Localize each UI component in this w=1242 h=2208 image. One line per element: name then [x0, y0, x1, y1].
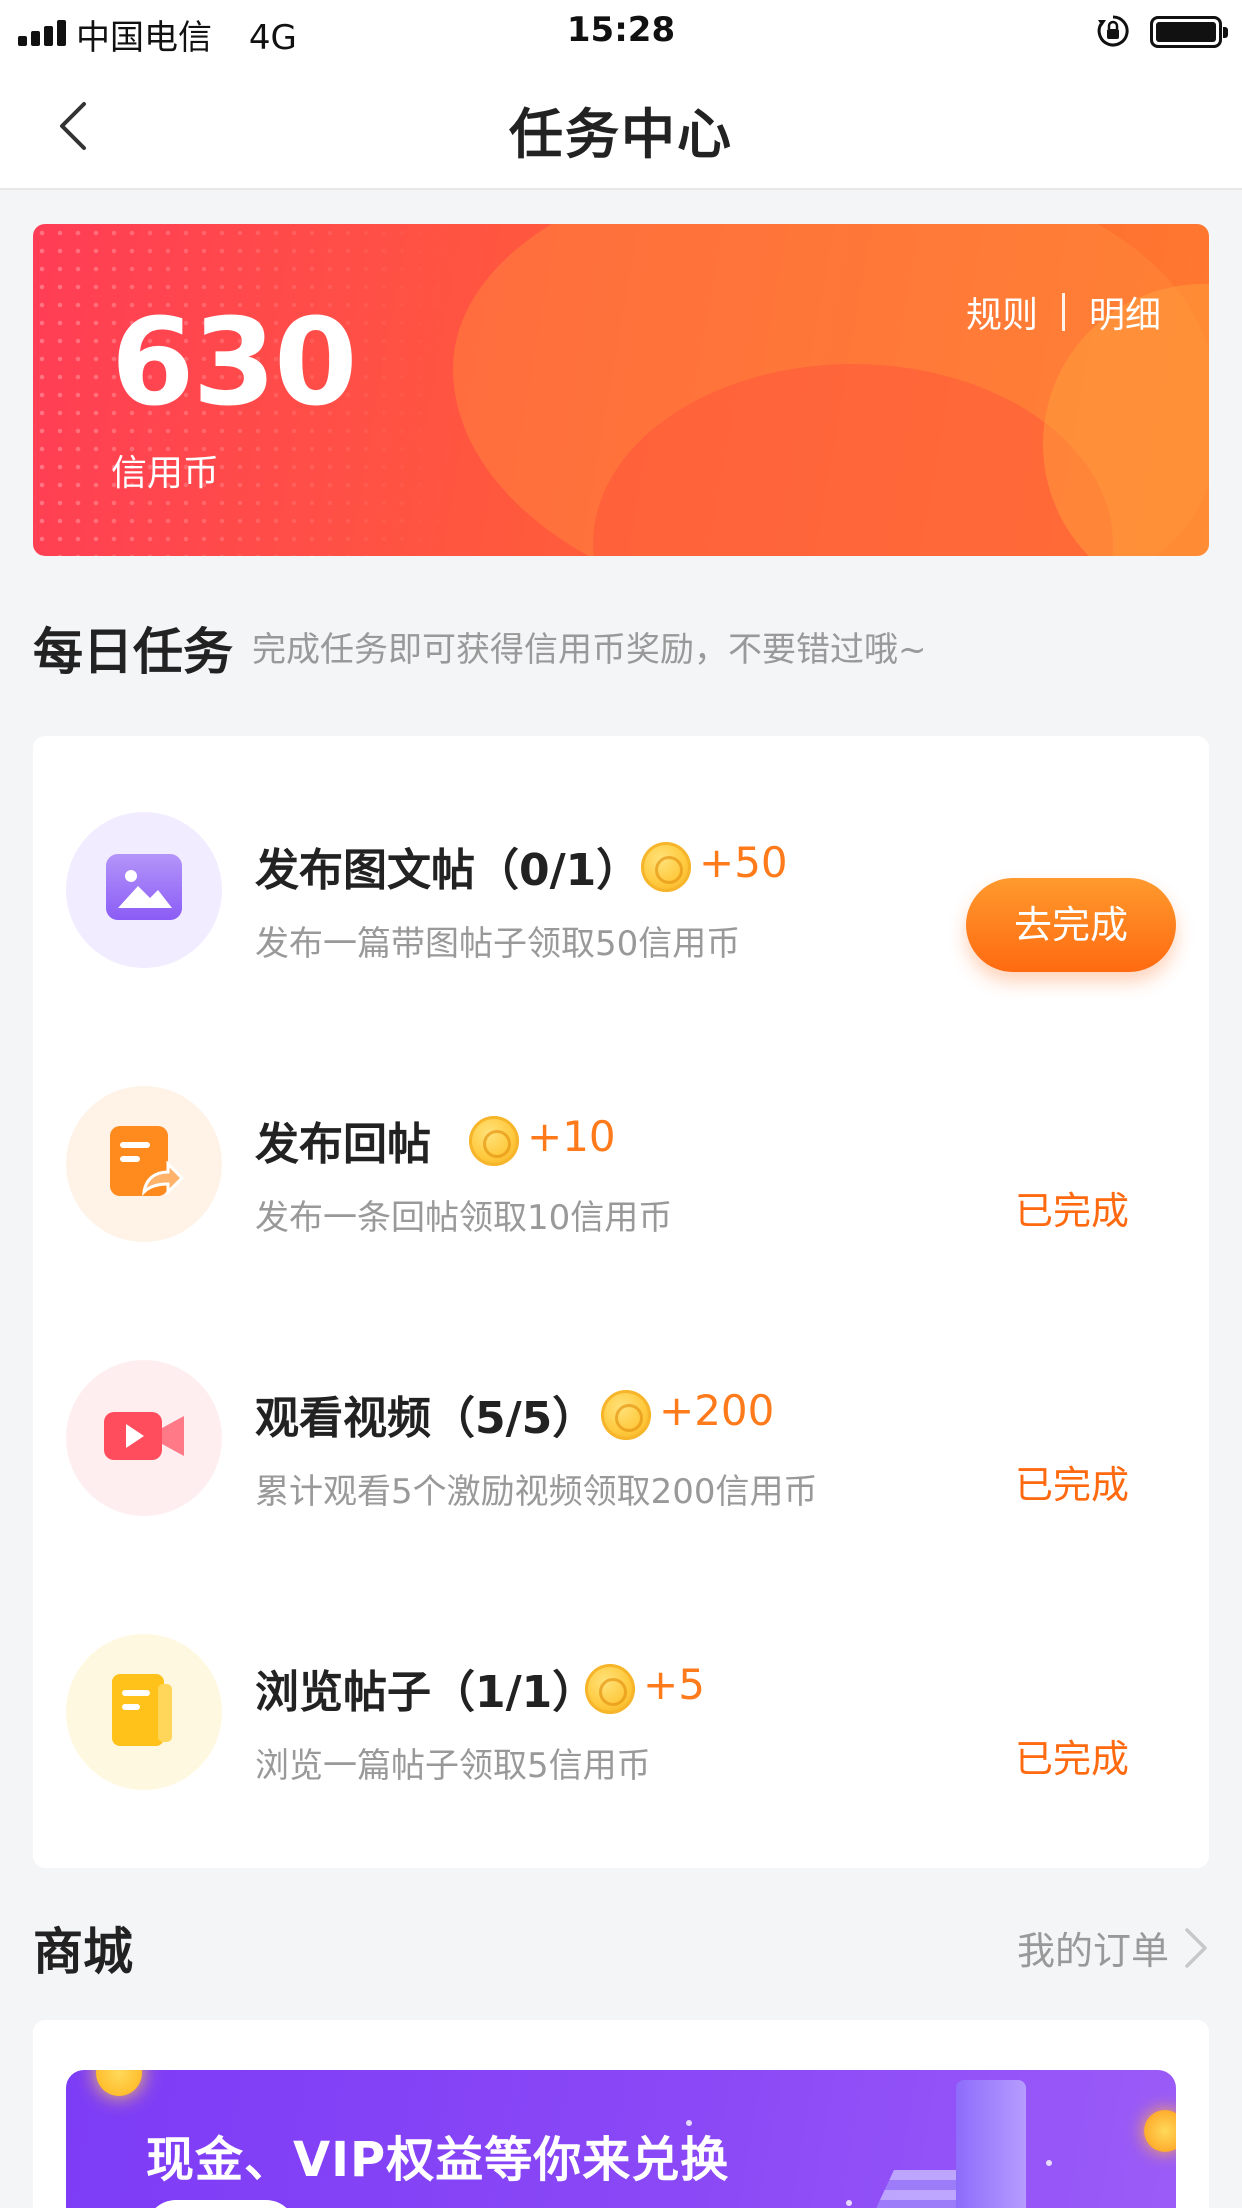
task-name: 发布图文帖（0/1）: [255, 845, 641, 896]
task-row: 发布图文帖（0/1） +50 发布一篇带图帖子领取50信用币 去完成: [33, 782, 1209, 982]
banner-button[interactable]: [146, 2200, 296, 2208]
chevron-right-icon: [1185, 1927, 1207, 1968]
task-description: 浏览一篇帖子领取5信用币: [255, 1746, 651, 1786]
completed-status: 已完成: [1014, 1463, 1129, 1507]
task-list: 发布图文帖（0/1） +50 发布一篇带图帖子领取50信用币 去完成 发布回帖 …: [33, 736, 1209, 1868]
video-icon: [66, 1360, 222, 1516]
battery-icon: [1150, 16, 1228, 48]
credit-unit: 信用币: [111, 453, 220, 494]
status-time: 15:28: [566, 10, 676, 50]
page-title: 任务中心: [509, 103, 733, 166]
orientation-lock-icon: [1097, 15, 1129, 47]
task-reward: +200: [659, 1386, 775, 1435]
reply-post-icon: [66, 1086, 222, 1242]
details-link[interactable]: 明细: [1089, 286, 1161, 338]
completed-status: 已完成: [1014, 1737, 1129, 1781]
task-reward: +5: [643, 1660, 705, 1709]
balance-card: 630 信用币 规则 明细: [33, 224, 1209, 556]
go-complete-button[interactable]: 去完成: [966, 878, 1176, 972]
credit-balance: 630: [111, 294, 357, 433]
browse-post-icon: [66, 1634, 222, 1790]
status-bar: 中国电信 4G 15:28: [0, 0, 1242, 62]
decor-tower: [956, 2080, 1026, 2208]
card-links: 规则 明细: [966, 286, 1161, 338]
task-description: 发布一条回帖领取10信用币: [255, 1198, 673, 1238]
task-row: 观看视频（5/5） +200 累计观看5个激励视频领取200信用币 已完成: [33, 1330, 1209, 1530]
daily-tasks-title: 每日任务: [33, 623, 233, 681]
task-name: 观看视频（5/5）: [255, 1393, 597, 1444]
task-description: 发布一篇带图帖子领取50信用币: [255, 924, 741, 964]
mall-panel: 现金、VIP权益等你来兑换: [33, 2020, 1209, 2208]
nav-bar: 任务中心: [0, 62, 1242, 190]
task-reward: +50: [699, 838, 788, 887]
coin-icon: [469, 1116, 519, 1166]
image-post-icon: [66, 812, 222, 968]
task-reward: +10: [527, 1112, 616, 1161]
decor-sun: [96, 2070, 142, 2096]
daily-tasks-subtitle: 完成任务即可获得信用币奖励，不要错过哦~: [252, 630, 927, 670]
completed-status: 已完成: [1014, 1189, 1129, 1233]
decor-sun: [1144, 2110, 1176, 2152]
coin-icon: [601, 1390, 651, 1440]
my-orders-link[interactable]: 我的订单: [1017, 1920, 1209, 1975]
rules-link[interactable]: 规则: [966, 286, 1038, 338]
task-name: 发布回帖: [255, 1119, 431, 1170]
task-name: 浏览帖子（1/1）: [255, 1667, 597, 1718]
coin-icon: [641, 842, 691, 892]
mall-title: 商城: [33, 1923, 133, 1981]
my-orders-label: 我的订单: [1016, 1929, 1169, 1973]
task-row: 发布回帖 +10 发布一条回帖领取10信用币 已完成: [33, 1056, 1209, 1256]
mall-banner[interactable]: 现金、VIP权益等你来兑换: [66, 2070, 1176, 2208]
task-description: 累计观看5个激励视频领取200信用币: [255, 1472, 818, 1512]
task-row: 浏览帖子（1/1） +5 浏览一篇帖子领取5信用币 已完成: [33, 1604, 1209, 1804]
link-divider: [1061, 293, 1065, 331]
banner-title: 现金、VIP权益等你来兑换: [146, 2132, 730, 2188]
coin-icon: [585, 1664, 635, 1714]
